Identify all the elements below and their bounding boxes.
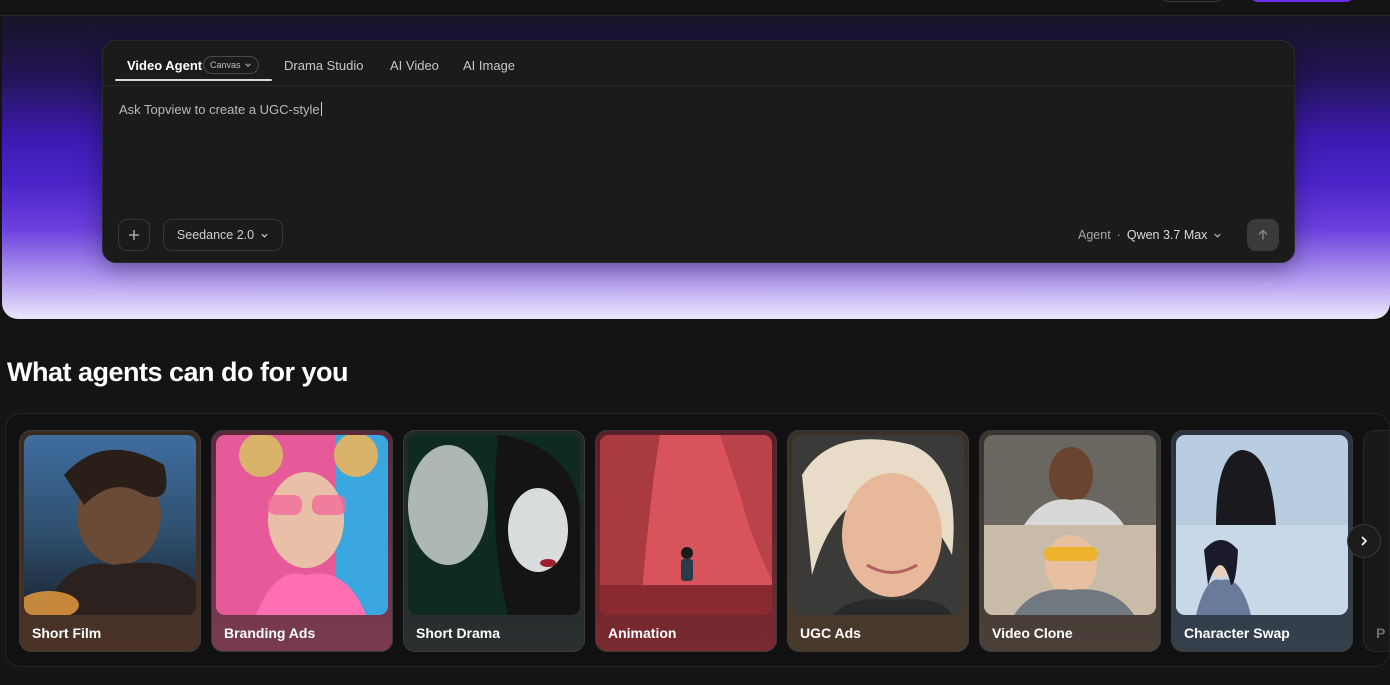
tab-video-agent[interactable]: Video Agent: [127, 58, 202, 73]
video-clone-thumbnail: [984, 435, 1156, 615]
model-select[interactable]: Seedance 2.0: [163, 219, 283, 251]
card-label: Branding Ads: [224, 625, 316, 641]
card-label: P: [1376, 625, 1386, 641]
card-short-film[interactable]: Short Film: [19, 430, 201, 652]
card-video-clone[interactable]: Video Clone: [979, 430, 1161, 652]
card-label: Character Swap: [1184, 625, 1290, 641]
branding-ads-thumbnail: [216, 435, 388, 615]
chevron-right-icon: [1361, 536, 1368, 546]
top-nav-button[interactable]: [1160, 0, 1224, 2]
animation-thumbnail: [600, 435, 772, 615]
canvas-mode-dropdown[interactable]: Canvas: [203, 56, 259, 74]
text-caret: [320, 102, 322, 116]
prompt-input[interactable]: Ask Topview to create a UGC-style: [119, 102, 322, 117]
card-short-drama[interactable]: Short Drama: [403, 430, 585, 652]
agent-cards-carousel: Short Film Branding Ads Short Drama Anim…: [5, 413, 1390, 667]
active-tab-indicator: [115, 79, 272, 81]
top-navigation-bar: [0, 0, 1390, 16]
short-film-thumbnail: [24, 435, 196, 615]
section-title: What agents can do for you: [7, 357, 349, 387]
separator-dot: ·: [1116, 228, 1121, 242]
arrow-up-icon: [1258, 229, 1268, 240]
tab-drama-studio[interactable]: Drama Studio: [284, 58, 363, 73]
model-select-label: Seedance 2.0: [176, 228, 255, 242]
card-ugc-ads[interactable]: UGC Ads: [787, 430, 969, 652]
prompt-text: Ask Topview to create a UGC-style: [119, 102, 320, 117]
chevron-down-icon: [1214, 233, 1222, 238]
tab-ai-image[interactable]: AI Image: [463, 58, 515, 73]
character-swap-thumbnail: [1176, 435, 1348, 615]
short-drama-thumbnail: [408, 435, 580, 615]
card-character-swap[interactable]: Character Swap: [1171, 430, 1353, 652]
card-animation[interactable]: Animation: [595, 430, 777, 652]
canvas-mode-label: Canvas: [210, 60, 241, 70]
agent-label: Agent: [1078, 228, 1111, 242]
carousel-next-button[interactable]: [1347, 524, 1381, 558]
tab-ai-video[interactable]: AI Video: [390, 58, 439, 73]
card-label: Short Film: [32, 625, 102, 641]
card-label: Video Clone: [992, 625, 1073, 641]
top-nav-primary-button[interactable]: [1250, 0, 1354, 2]
mode-tabs: Video Agent Canvas Drama Studio AI Video…: [103, 41, 1294, 86]
ugc-ads-thumbnail: [792, 435, 964, 615]
chevron-down-icon: [244, 63, 251, 67]
plus-icon: [129, 230, 139, 240]
chevron-down-icon: [261, 233, 268, 238]
add-attachment-button[interactable]: [118, 219, 150, 251]
agent-model-select[interactable]: Agent · Qwen 3.7 Max: [1078, 228, 1222, 242]
card-label: UGC Ads: [800, 625, 861, 641]
card-label: Animation: [608, 625, 677, 641]
card-branding-ads[interactable]: Branding Ads: [211, 430, 393, 652]
card-label: Short Drama: [416, 625, 501, 641]
prompt-composer: Video Agent Canvas Drama Studio AI Video…: [102, 40, 1295, 263]
send-button[interactable]: [1247, 219, 1279, 251]
agent-model-label: Qwen 3.7 Max: [1126, 228, 1208, 242]
